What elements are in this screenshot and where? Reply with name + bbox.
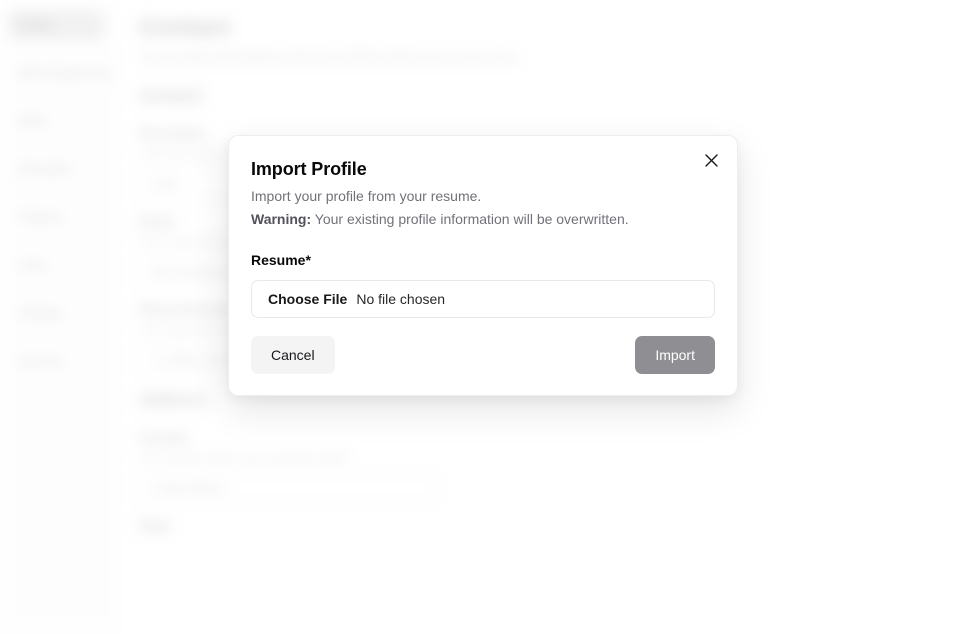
choose-file-button[interactable]: Choose File xyxy=(268,291,347,307)
import-button[interactable]: Import xyxy=(635,336,715,374)
warning-text: Your existing profile information will b… xyxy=(314,211,629,227)
dialog-warning: Warning: Your existing profile informati… xyxy=(251,209,715,229)
resume-file-input[interactable]: Choose File No file chosen xyxy=(251,280,715,318)
dialog-title: Import Profile xyxy=(251,159,367,179)
dialog-description: Import your profile from your resume. xyxy=(251,188,482,204)
cancel-button[interactable]: Cancel xyxy=(251,336,335,374)
dialog-actions: Cancel Import xyxy=(251,336,715,374)
import-profile-dialog: Import Profile Import your profile from … xyxy=(228,135,738,396)
warning-label: Warning: xyxy=(251,211,312,227)
resume-field-label: Resume* xyxy=(251,252,311,268)
close-icon[interactable] xyxy=(701,150,721,170)
app-root: Profile Work Experience Skills Education… xyxy=(0,0,963,634)
file-status-text: No file chosen xyxy=(356,291,446,307)
